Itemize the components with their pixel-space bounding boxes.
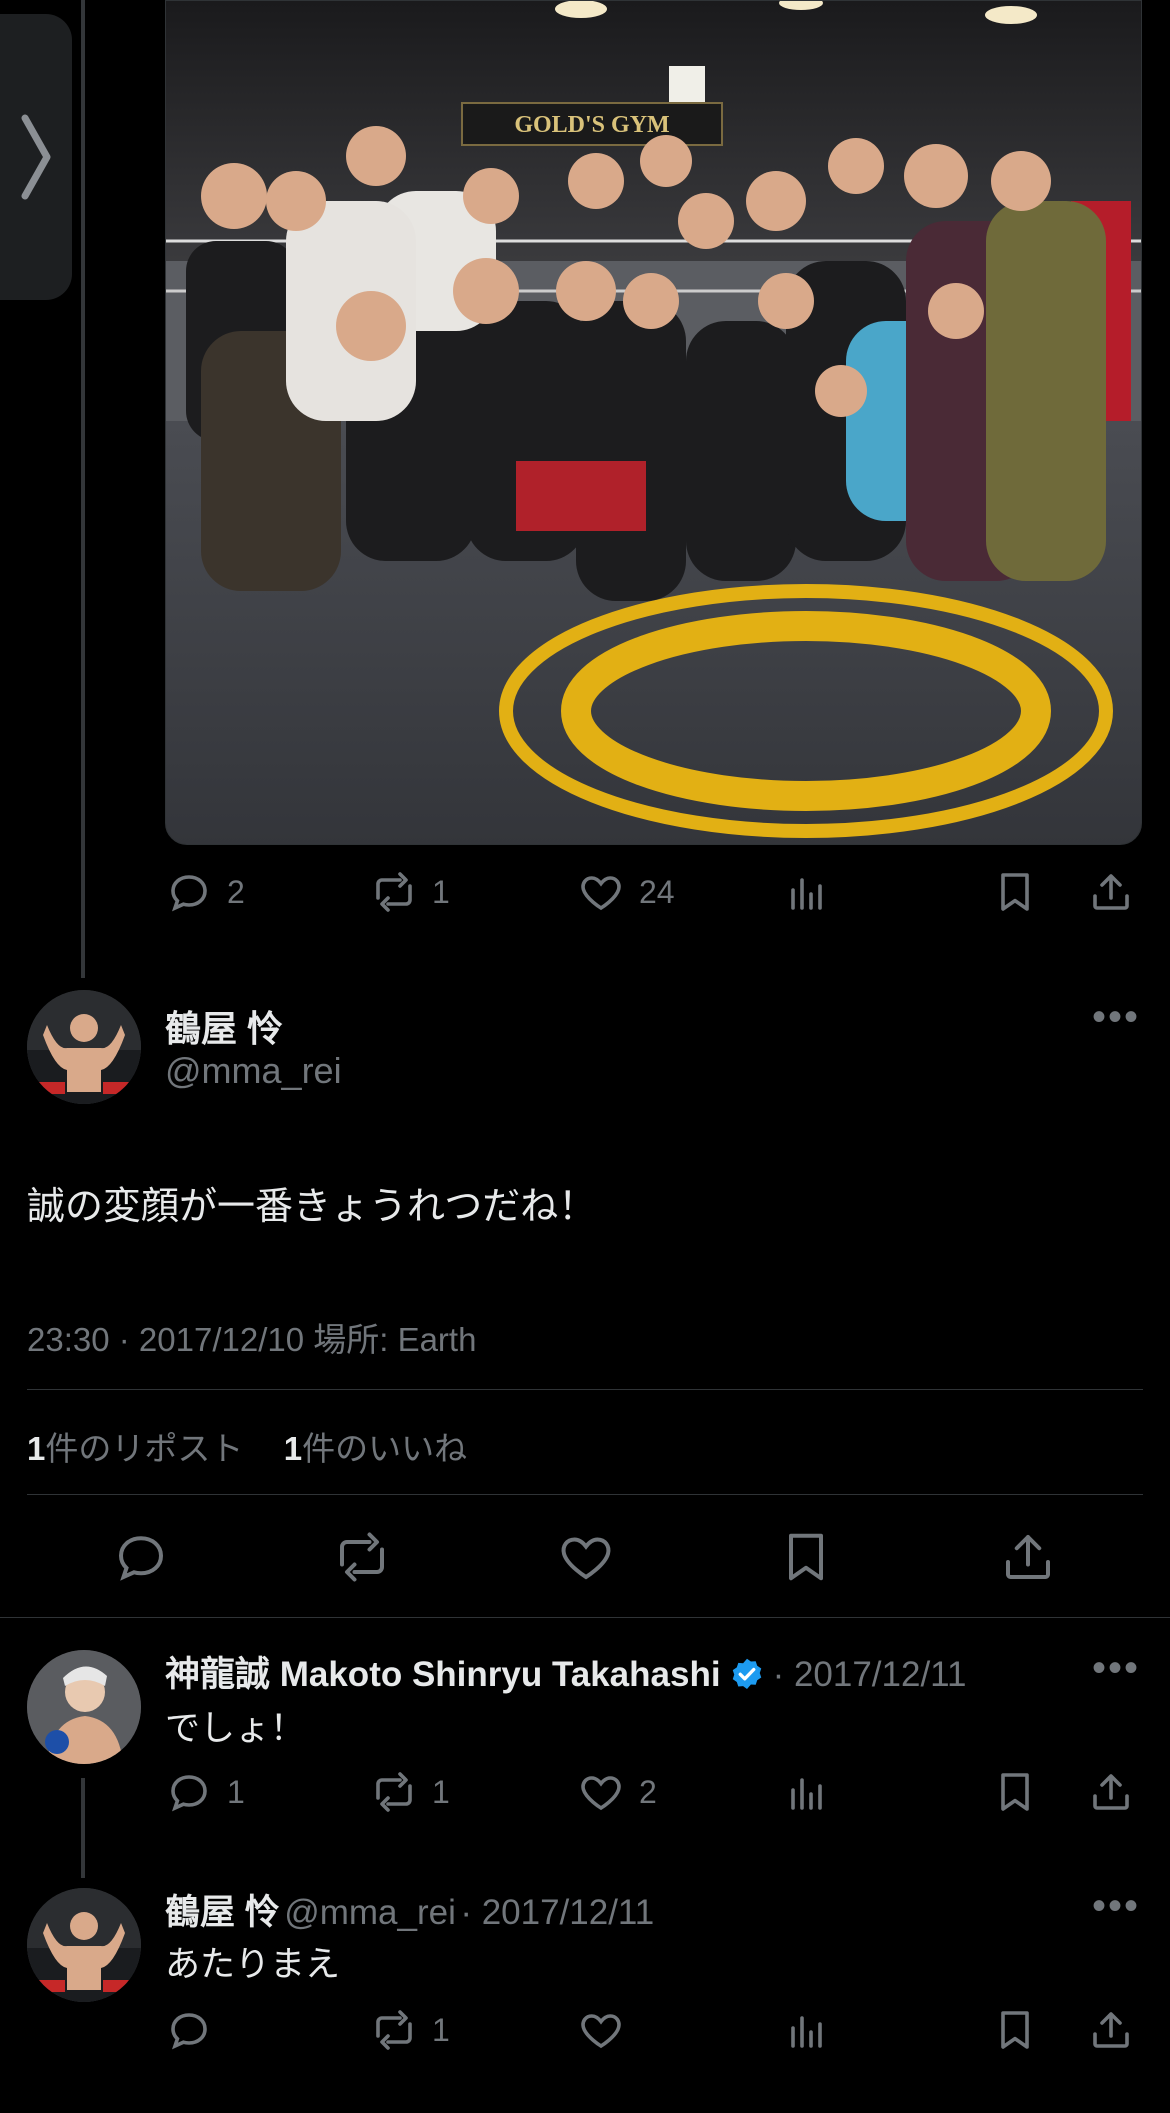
verified-icon [732,1658,761,1689]
share-icon [1006,1535,1050,1579]
repost-stat[interactable]: 1件のリポスト [27,1430,243,1467]
views-action[interactable] [783,2000,831,2060]
gym-sign-text: GOLD'S GYM [514,112,669,138]
bookmark-icon [789,1533,823,1581]
like-action[interactable]: 24 [577,862,675,922]
author-name[interactable]: 鶴屋 怜 [165,1000,283,1052]
views-icon [791,2016,822,2048]
more-button[interactable]: ••• [1092,995,1140,1040]
reply-count: 2 [227,873,245,910]
like-icon [581,876,621,911]
more-button[interactable]: ••• [1092,1884,1140,1929]
reply-date: · 2017/12/11 [772,1655,967,1694]
like-count: 2 [639,1773,657,1810]
avatar-image [27,990,141,1104]
avatar-image [27,1888,141,2002]
reply-author-handle[interactable]: @mma_rei [284,1893,456,1932]
repost-count: 1 [432,1773,450,1810]
avatar[interactable] [27,1888,141,2002]
reply-text: あたりまえ [165,1945,341,1984]
reply-actions: 1 1 2 [165,1762,1129,1822]
bookmark-icon [1001,2011,1029,2049]
divider [27,1389,1143,1390]
views-action[interactable] [783,862,831,922]
like-stat[interactable]: 1件のいいね [284,1430,467,1467]
more-icon: ••• [1092,1884,1141,1928]
avatar[interactable] [27,1650,141,1764]
divider [27,1494,1143,1495]
repost-button[interactable] [332,1527,392,1587]
like-icon [581,1776,621,1811]
repost-action[interactable]: 1 [370,1762,450,1822]
chevron-right-icon [21,114,51,200]
reply-action[interactable]: 2 [165,862,245,922]
avatar-image [27,1650,141,1764]
reply-text: でしょ！ [165,1709,306,1748]
reply-actions: 1 [165,2000,1129,2060]
top-tweet-actions: 2 1 24 [165,862,1129,922]
more-button[interactable]: ••• [1092,1646,1140,1691]
more-icon: ••• [1092,1646,1141,1690]
share-icon [1093,1774,1129,1810]
more-icon: ••• [1092,995,1141,1039]
like-icon [561,1537,611,1580]
reply-icon [171,1775,207,1812]
views-action[interactable] [783,1762,831,1822]
bookmark-action[interactable] [991,862,1039,922]
gym-group-photo: GOLD'S GYM [166,1,1141,844]
reply-action[interactable]: 1 [165,1762,245,1822]
divider [0,1617,1170,1618]
repost-action[interactable]: 1 [370,2000,450,2060]
author-handle[interactable]: @mma_rei [165,1050,342,1092]
bookmark-action[interactable] [991,1762,1039,1822]
share-button[interactable] [998,1527,1058,1587]
repost-icon [376,2010,412,2050]
reply-icon [171,875,207,912]
tweet-meta: 23:30 · 2017/12/10 場所: Earth [27,1321,477,1358]
like-icon [581,2014,621,2049]
repost-icon [340,1532,384,1582]
bookmark-button[interactable] [776,1527,836,1587]
repost-count: 1 [432,2011,450,2048]
like-button[interactable] [556,1527,616,1587]
repost-count: 1 [432,873,450,910]
reply-action[interactable] [165,2000,227,2060]
bookmark-icon [1001,1773,1029,1811]
like-count: 24 [639,873,675,910]
tweet-text: 誠の変顔が一番きょうれつだね！ [27,1186,597,1228]
reply-author-name[interactable]: 鶴屋 怜 [165,1893,280,1932]
reply-author-name[interactable]: 神龍誠 Makoto Shinryu Takahashi [165,1655,721,1694]
share-icon [1093,874,1129,910]
drawer-handle[interactable] [0,14,72,300]
thread-line [81,0,85,978]
share-action[interactable] [1087,1762,1135,1822]
tweet-stats: 1件のリポスト 1件のいいね [27,1422,467,1470]
views-icon [791,1778,822,1810]
like-action[interactable] [577,2000,639,2060]
reply-count: 1 [227,1773,245,1810]
bookmark-action[interactable] [991,2000,1039,2060]
reply-button[interactable] [111,1527,171,1587]
thread-line [81,1778,85,1878]
reply-header: 神龍誠 Makoto Shinryu Takahashi · 2017/12/11 [165,1646,967,1697]
repost-icon [376,872,412,912]
views-icon [791,878,822,910]
bookmark-icon [1001,873,1029,911]
share-icon [1093,2012,1129,2048]
repost-icon [376,1772,412,1812]
share-action[interactable] [1087,862,1135,922]
share-action[interactable] [1087,2000,1135,2060]
reply-icon [118,1536,164,1581]
repost-action[interactable]: 1 [370,862,450,922]
avatar[interactable] [27,990,141,1104]
tweet-photo[interactable]: GOLD'S GYM [165,0,1142,845]
reply-icon [171,2013,207,2050]
reply-date: · 2017/12/11 [460,1893,655,1932]
like-action[interactable]: 2 [577,1762,657,1822]
reply-header: 鶴屋 怜 @mma_rei · 2017/12/11 [165,1884,654,1935]
